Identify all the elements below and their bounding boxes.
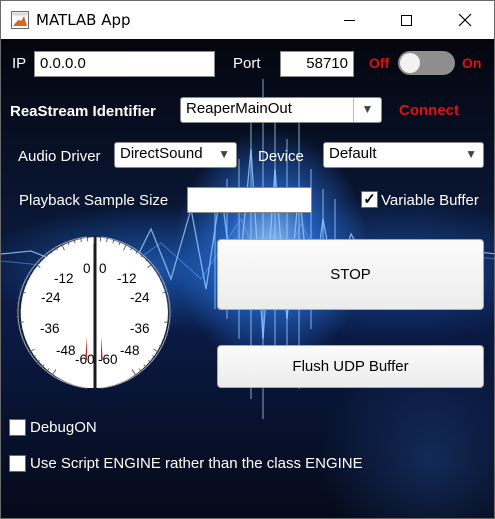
reastream-identifier-label: ReaStream Identifier bbox=[10, 103, 156, 120]
right-tick-label-0: 0 bbox=[99, 261, 107, 276]
chevron-down-icon: ▼ bbox=[218, 147, 230, 161]
app-content: IP 0.0.0.0 Port 58710 Off On ReaStream I… bbox=[1, 39, 494, 518]
close-button[interactable] bbox=[442, 1, 488, 39]
device-dropdown[interactable]: Default ▼ bbox=[323, 142, 484, 168]
left-tick-label-24: -24 bbox=[41, 290, 61, 305]
left-tick-label-0: 0 bbox=[83, 261, 91, 276]
right-tick-label-36: -36 bbox=[130, 321, 150, 336]
meter-tick-right-21 bbox=[165, 327, 171, 330]
toggle-knob bbox=[400, 53, 420, 73]
audio-level-meter: 0 -12 -24 -36 -48 -60 0 -12 -24 -36 -48 … bbox=[15, 236, 173, 389]
app-window: MATLAB App IP 0.0.0.0 Port 58710 Off On … bbox=[0, 0, 495, 519]
meter-tick-left-16 bbox=[17, 296, 22, 299]
right-tick-label-60: -60 bbox=[98, 352, 118, 367]
meter-tick-left-21 bbox=[17, 327, 23, 330]
toggle-off-label: Off bbox=[369, 55, 390, 71]
maximize-button[interactable] bbox=[383, 1, 429, 39]
connect-button[interactable]: Connect bbox=[399, 102, 459, 119]
minimize-icon bbox=[343, 19, 355, 21]
audio-driver-label: Audio Driver bbox=[18, 148, 101, 165]
meter-tick-left-22 bbox=[19, 333, 24, 336]
left-tick-label-36: -36 bbox=[40, 321, 60, 336]
window-title: MATLAB App bbox=[36, 11, 131, 29]
ip-input[interactable]: 0.0.0.0 bbox=[34, 51, 215, 77]
debug-label: DebugON bbox=[30, 419, 97, 436]
chevron-down-icon: ▼ bbox=[353, 98, 381, 122]
variable-buffer-label: Variable Buffer bbox=[381, 192, 479, 209]
port-label: Port bbox=[233, 55, 261, 72]
title-bar: MATLAB App bbox=[1, 1, 494, 39]
right-tick-label-48: -48 bbox=[120, 343, 140, 358]
script-engine-checkbox[interactable] bbox=[9, 455, 26, 472]
reastream-identifier-dropdown[interactable]: ReaperMainOut ▼ bbox=[180, 97, 382, 123]
playback-sample-size-input[interactable] bbox=[187, 187, 312, 213]
flush-udp-buffer-button[interactable]: Flush UDP Buffer bbox=[217, 345, 484, 388]
right-tick-label-24: -24 bbox=[130, 290, 150, 305]
connection-toggle-switch[interactable] bbox=[398, 51, 455, 75]
audio-driver-value: DirectSound bbox=[120, 145, 203, 162]
right-tick-label-12: -12 bbox=[117, 271, 137, 286]
chevron-down-icon: ▼ bbox=[465, 147, 477, 161]
checkmark-icon: ✓ bbox=[363, 191, 376, 208]
meter-tick-right-16 bbox=[166, 296, 171, 299]
debug-checkbox[interactable] bbox=[9, 419, 26, 436]
script-engine-label: Use Script ENGINE rather than the class … bbox=[30, 455, 363, 472]
minimize-button[interactable] bbox=[326, 1, 372, 39]
reastream-identifier-value: ReaperMainOut bbox=[186, 100, 292, 117]
close-icon bbox=[458, 13, 472, 27]
audio-driver-dropdown[interactable]: DirectSound ▼ bbox=[114, 142, 237, 168]
toggle-on-label: On bbox=[462, 55, 482, 71]
ip-label: IP bbox=[12, 55, 27, 72]
stop-button[interactable]: STOP bbox=[217, 239, 484, 310]
left-tick-label-12: -12 bbox=[54, 271, 74, 286]
playback-sample-size-label: Playback Sample Size bbox=[19, 192, 169, 209]
device-value: Default bbox=[329, 145, 377, 162]
maximize-icon bbox=[400, 14, 412, 26]
variable-buffer-checkbox[interactable]: ✓ bbox=[361, 191, 378, 208]
matlab-logo-icon bbox=[11, 11, 29, 29]
left-tick-label-60: -60 bbox=[75, 352, 95, 367]
meter-tick-right-22 bbox=[164, 333, 169, 336]
port-input[interactable]: 58710 bbox=[280, 51, 354, 77]
left-tick-label-48: -48 bbox=[56, 343, 76, 358]
device-label: Device bbox=[258, 148, 304, 165]
